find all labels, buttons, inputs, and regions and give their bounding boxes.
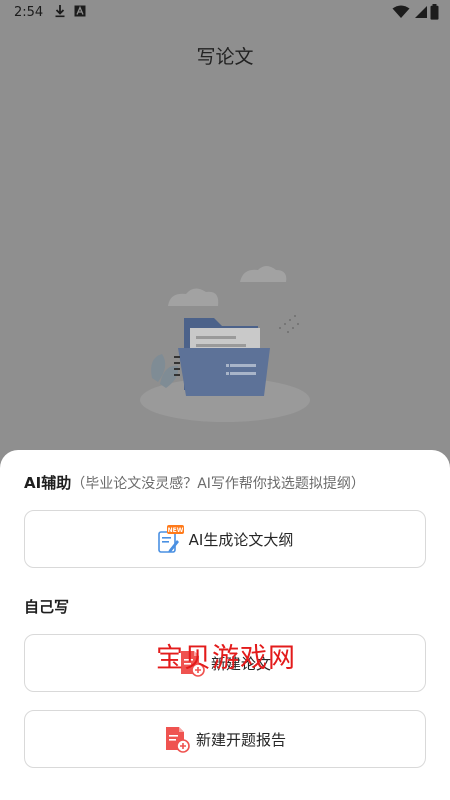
self-section-title: 自己写 <box>24 598 70 616</box>
watermark-text: 宝贝游戏网 <box>156 643 296 674</box>
battery-icon <box>430 4 439 24</box>
document-edit-icon: NEW <box>157 525 184 553</box>
new-badge: NEW <box>167 527 183 534</box>
new-proposal-report-label: 新建开题报告 <box>195 730 286 749</box>
empty-folder-illustration <box>130 258 320 428</box>
status-time: 2:54 <box>14 5 44 20</box>
screen: 2:54 写论文 AI辅助（毕业论文没灵感？AI写作帮你找选题拟提纲） NEW … <box>0 0 450 800</box>
ai-section-subtitle: （毕业论文没灵感？AI写作帮你找选题拟提纲） <box>71 476 365 492</box>
download-icon <box>54 4 66 22</box>
status-bar: 2:54 <box>0 0 450 26</box>
wifi-icon <box>392 5 410 23</box>
ai-section-heading: AI辅助 <box>24 474 72 492</box>
page-title: 写论文 <box>196 46 254 68</box>
new-document-icon <box>164 725 190 753</box>
ai-generate-outline-label: AI生成论文大纲 <box>188 530 294 549</box>
a-icon <box>74 4 86 22</box>
new-proposal-report-button[interactable]: 新建开题报告 <box>24 710 426 768</box>
bottom-sheet: AI辅助（毕业论文没灵感？AI写作帮你找选题拟提纲） NEW AI生成论文大纲 … <box>0 450 450 800</box>
cellular-icon <box>414 5 428 23</box>
ai-section-title: AI辅助（毕业论文没灵感？AI写作帮你找选题拟提纲） <box>24 472 365 493</box>
ai-generate-outline-button[interactable]: NEW AI生成论文大纲 <box>24 510 426 568</box>
